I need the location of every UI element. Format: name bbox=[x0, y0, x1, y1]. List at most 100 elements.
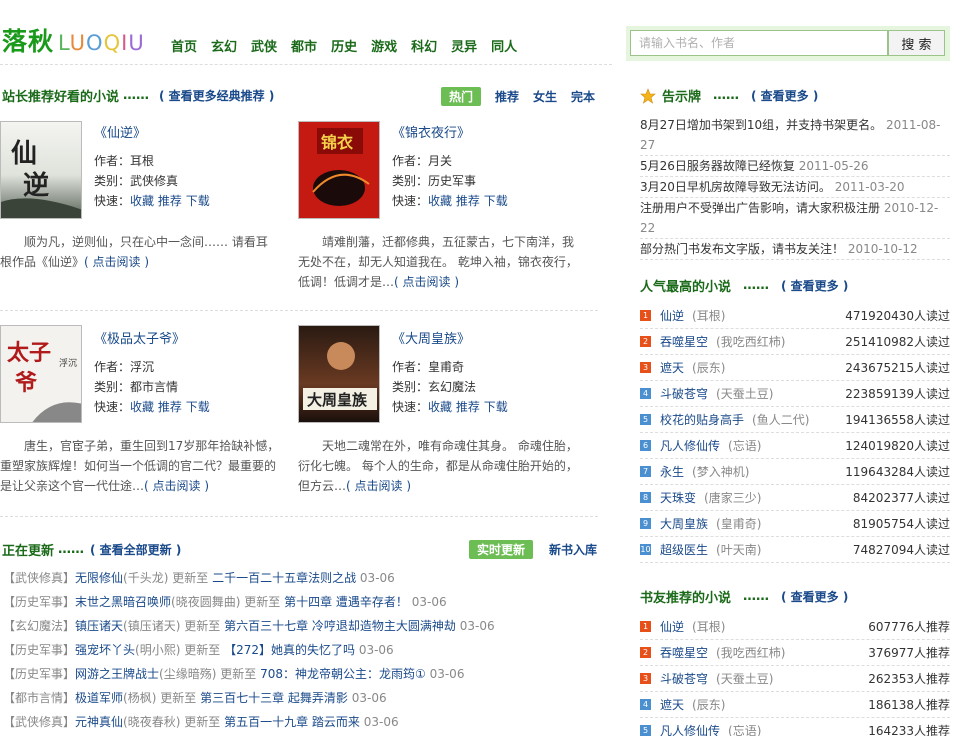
tab-new-books[interactable]: 新书入库 bbox=[549, 541, 597, 558]
book-cover-xianni[interactable]: 仙 逆 bbox=[0, 121, 82, 219]
notice-text[interactable]: 8月27日增加书架到10组，并支持书架更名。 bbox=[640, 118, 882, 132]
favorite-link[interactable]: 收藏 bbox=[130, 400, 154, 414]
update-book[interactable]: 元神真仙 bbox=[75, 715, 123, 729]
rank-book-title[interactable]: 吞噬星空 bbox=[660, 644, 708, 661]
nav-item-home[interactable]: 首页 bbox=[171, 36, 197, 55]
rank-book-title[interactable]: 遮天 bbox=[660, 696, 684, 713]
update-date: 03-06 bbox=[358, 643, 394, 657]
download-link[interactable]: 下载 bbox=[186, 194, 210, 208]
recommend-link[interactable]: 推荐 bbox=[456, 194, 480, 208]
svg-text:逆: 逆 bbox=[23, 170, 49, 201]
update-chapter[interactable]: 第五百一十九章 踏云而来 bbox=[224, 715, 360, 729]
tab-completed[interactable]: 完本 bbox=[571, 88, 595, 105]
notice-text[interactable]: 5月26日服务器故障已经恢复 bbox=[640, 159, 795, 173]
update-row: 【武侠修真】无限修仙(千头龙) 更新至 二千一百二十五章法则之战 03-06 bbox=[3, 566, 603, 590]
updates-more-link[interactable]: ( 查看全部更新 ) bbox=[90, 541, 181, 558]
update-category[interactable]: 【玄幻魔法】 bbox=[3, 619, 75, 633]
rank-author: (耳根) bbox=[692, 309, 726, 323]
popular-more-link[interactable]: ( 查看更多 ) bbox=[781, 277, 848, 294]
read-link[interactable]: ( 点击阅读 ) bbox=[346, 479, 411, 493]
book-category: 都市言情 bbox=[130, 380, 179, 394]
update-category[interactable]: 【武侠修真】 bbox=[3, 571, 75, 585]
nav-item-youxi[interactable]: 游戏 bbox=[371, 36, 397, 55]
rank-number: 5 bbox=[640, 414, 651, 425]
nav-item-tongren[interactable]: 同人 bbox=[491, 36, 517, 55]
update-category[interactable]: 【武侠修真】 bbox=[3, 715, 75, 729]
recommend-link[interactable]: 推荐 bbox=[158, 400, 182, 414]
book-cover-dazhouhuangzu[interactable]: 大周皇族 bbox=[298, 325, 380, 423]
rank-row: 5 校花的贴身高手 (鱼人二代) 194136558人读过 bbox=[640, 407, 950, 433]
update-category[interactable]: 【历史军事】 bbox=[3, 595, 75, 609]
nav-item-xuanhuan[interactable]: 玄幻 bbox=[211, 36, 237, 55]
update-chapter[interactable]: 二千一百二十五章法则之战 bbox=[212, 571, 356, 585]
recommend-link[interactable]: 推荐 bbox=[456, 400, 480, 414]
search-input[interactable] bbox=[630, 30, 888, 56]
nav-item-lishi[interactable]: 历史 bbox=[331, 36, 357, 55]
update-author: (晓夜圆舞曲) bbox=[171, 595, 241, 609]
read-link[interactable]: ( 点击阅读 ) bbox=[394, 275, 459, 289]
tab-hot[interactable]: 热门 bbox=[441, 87, 482, 106]
book-title[interactable]: 《锦衣夜行》 bbox=[392, 122, 508, 141]
update-category[interactable]: 【都市言情】 bbox=[3, 691, 75, 705]
rank-book-title[interactable]: 仙逆 bbox=[660, 307, 684, 324]
download-link[interactable]: 下载 bbox=[484, 400, 508, 414]
nav-item-dushi[interactable]: 都市 bbox=[291, 36, 317, 55]
notice-text[interactable]: 3月20日早机房故障导致无法访问。 bbox=[640, 180, 831, 194]
update-book[interactable]: 无限修仙 bbox=[75, 571, 123, 585]
rank-book-title[interactable]: 校花的贴身高手 bbox=[660, 411, 744, 428]
rank-book-title[interactable]: 凡人修仙传 bbox=[660, 722, 720, 736]
update-chapter[interactable]: 第三百七十三章 起舞弄清影 bbox=[200, 691, 348, 705]
rank-book-title[interactable]: 天珠变 bbox=[660, 489, 696, 506]
notice-text[interactable]: 注册用户不受弹出广告影响，请大家积极注册 bbox=[640, 201, 880, 215]
tab-recommend[interactable]: 推荐 bbox=[495, 88, 519, 105]
update-chapter[interactable]: 第十四章 遭遇辛存者！ bbox=[284, 595, 408, 609]
update-chapter[interactable]: 第六百三十七章 冷哼退却造物主大圆满神劫 bbox=[224, 619, 456, 633]
update-book[interactable]: 网游之王牌战士 bbox=[75, 667, 159, 681]
download-link[interactable]: 下载 bbox=[186, 400, 210, 414]
tab-realtime[interactable]: 实时更新 bbox=[469, 540, 534, 559]
notice-more-link[interactable]: ( 查看更多 ) bbox=[751, 87, 818, 104]
book-cover-jinyiyexing[interactable]: 锦衣 bbox=[298, 121, 380, 219]
book-title[interactable]: 《仙逆》 bbox=[94, 122, 210, 141]
rank-book-title[interactable]: 仙逆 bbox=[660, 618, 684, 635]
rank-author: (忘语) bbox=[728, 724, 762, 736]
rank-book-title[interactable]: 超级医生 bbox=[660, 541, 708, 558]
update-chapter[interactable]: 708：神龙帝朝公主：龙雨筠① bbox=[260, 667, 426, 681]
favorite-link[interactable]: 收藏 bbox=[428, 400, 452, 414]
update-book[interactable]: 镇压诸天 bbox=[75, 619, 123, 633]
book-author: 耳根 bbox=[130, 154, 155, 168]
update-category[interactable]: 【历史军事】 bbox=[3, 643, 75, 657]
book-cover-jipintaiziye[interactable]: 太子 爷 浮沉 bbox=[0, 325, 82, 423]
rank-book-title[interactable]: 斗破苍穹 bbox=[660, 670, 708, 687]
recommend-more-link[interactable]: ( 查看更多经典推荐 ) bbox=[159, 87, 274, 104]
read-link[interactable]: ( 点击阅读 ) bbox=[84, 255, 149, 269]
book-title[interactable]: 《大周皇族》 bbox=[392, 328, 508, 347]
search-button[interactable]: 搜 索 bbox=[888, 30, 945, 56]
friends-title: 书友推荐的小说 bbox=[640, 591, 732, 606]
recommend-link[interactable]: 推荐 bbox=[158, 194, 182, 208]
rank-book-title[interactable]: 遮天 bbox=[660, 359, 684, 376]
nav-item-wuxia[interactable]: 武侠 bbox=[251, 36, 277, 55]
site-logo[interactable]: 落秋 LUOQIU bbox=[2, 27, 145, 57]
read-link[interactable]: ( 点击阅读 ) bbox=[144, 479, 209, 493]
rank-count: 194136558人读过 bbox=[845, 413, 950, 427]
friends-more-link[interactable]: ( 查看更多 ) bbox=[781, 588, 848, 605]
update-book[interactable]: 强宠坏丫头 bbox=[75, 643, 135, 657]
update-category[interactable]: 【历史军事】 bbox=[3, 667, 75, 681]
download-link[interactable]: 下载 bbox=[484, 194, 508, 208]
tab-female[interactable]: 女生 bbox=[533, 88, 557, 105]
rank-book-title[interactable]: 凡人修仙传 bbox=[660, 437, 720, 454]
update-book[interactable]: 极道军师 bbox=[75, 691, 123, 705]
favorite-link[interactable]: 收藏 bbox=[428, 194, 452, 208]
rank-book-title[interactable]: 吞噬星空 bbox=[660, 333, 708, 350]
update-book[interactable]: 末世之黑暗召唤师 bbox=[75, 595, 171, 609]
rank-book-title[interactable]: 永生 bbox=[660, 463, 684, 480]
rank-book-title[interactable]: 大周皇族 bbox=[660, 515, 708, 532]
nav-item-kehuan[interactable]: 科幻 bbox=[411, 36, 437, 55]
book-title[interactable]: 《极品太子爷》 bbox=[94, 328, 210, 347]
notice-text[interactable]: 部分热门书发布文字版，请书友关注！ bbox=[640, 242, 844, 256]
nav-item-lingyi[interactable]: 灵异 bbox=[451, 36, 477, 55]
rank-book-title[interactable]: 斗破苍穹 bbox=[660, 385, 708, 402]
update-chapter[interactable]: 【272】她真的失忆了吗 bbox=[224, 643, 355, 657]
favorite-link[interactable]: 收藏 bbox=[130, 194, 154, 208]
